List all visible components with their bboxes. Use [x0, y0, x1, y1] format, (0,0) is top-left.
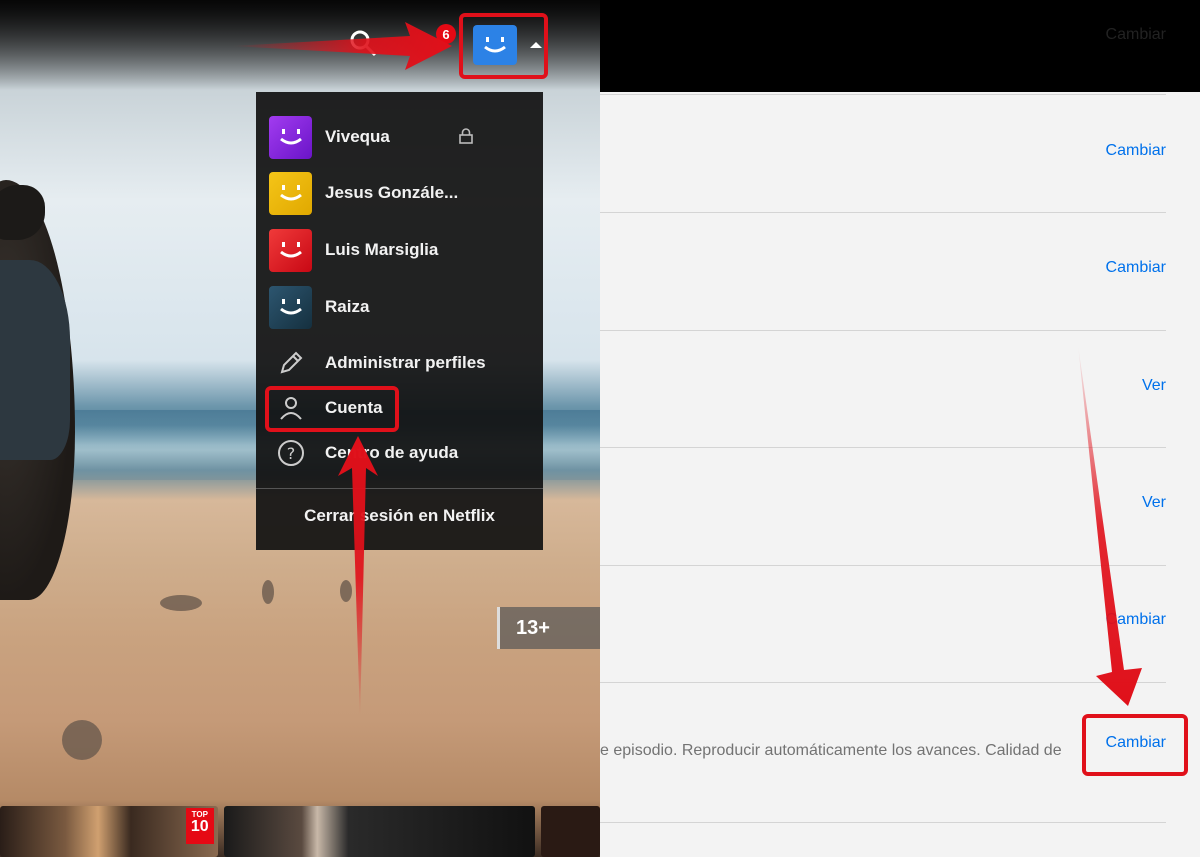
- search-icon[interactable]: [348, 28, 378, 58]
- profile-dropdown-menu: Vivequa Jesus Gonzále... Luis Marsiglia …: [256, 92, 543, 550]
- topbar-change-link[interactable]: Cambiar: [1106, 26, 1166, 44]
- view-link[interactable]: Ver: [1142, 377, 1166, 395]
- top10-line2: 10: [190, 818, 209, 835]
- row-divider: [600, 682, 1166, 683]
- profile-avatar: [269, 228, 312, 272]
- title-thumbnail[interactable]: TOP 10: [0, 806, 218, 857]
- help-icon: ?: [276, 438, 306, 468]
- row-divider: [600, 94, 1166, 95]
- account-topbar: Cambiar: [600, 0, 1200, 92]
- top10-badge: TOP 10: [185, 808, 214, 844]
- notification-badge[interactable]: 6: [436, 24, 456, 44]
- playback-settings-description: e episodio. Reproducir automáticamente l…: [600, 742, 1062, 759]
- row-divider: [600, 447, 1166, 448]
- change-highlight-box: [1082, 714, 1188, 776]
- profile-item-raiza[interactable]: Raiza: [269, 285, 529, 329]
- row-divider: [600, 330, 1166, 331]
- change-link[interactable]: Cambiar: [1106, 611, 1166, 629]
- background-bird: [340, 580, 352, 602]
- title-thumbnail[interactable]: [223, 806, 535, 857]
- profile-avatar: [269, 285, 312, 329]
- change-link[interactable]: Cambiar: [1106, 142, 1166, 160]
- profile-avatar: [269, 171, 312, 215]
- manage-profiles-item[interactable]: Administrar perfiles: [276, 345, 526, 381]
- row-divider: [600, 212, 1166, 213]
- background-bird: [160, 595, 202, 611]
- help-center-label: Centro de ayuda: [325, 443, 459, 462]
- maturity-rating-badge: 13+: [497, 607, 600, 649]
- view-link[interactable]: Ver: [1142, 494, 1166, 512]
- profile-name: Vivequa: [325, 127, 390, 146]
- profile-avatar: [269, 115, 312, 159]
- profile-name: Jesus Gonzále...: [325, 183, 459, 202]
- row-divider: [600, 822, 1166, 823]
- background-person-shirt: [0, 260, 70, 460]
- title-thumbnail-row: TOP 10: [0, 806, 600, 857]
- title-thumbnail[interactable]: [540, 806, 600, 857]
- menu-divider: [256, 488, 543, 489]
- background-bird: [62, 720, 102, 760]
- svg-text:?: ?: [287, 444, 296, 463]
- lock-icon: [457, 127, 475, 150]
- sign-out-button[interactable]: Cerrar sesión en Netflix: [256, 506, 543, 526]
- profile-name: Luis Marsiglia: [325, 240, 439, 259]
- profile-item-luis[interactable]: Luis Marsiglia: [269, 228, 529, 272]
- manage-profiles-label: Administrar perfiles: [325, 353, 486, 372]
- account-highlight-box: [265, 386, 399, 432]
- profile-name: Raiza: [325, 297, 370, 316]
- pencil-icon: [276, 348, 306, 378]
- avatar-highlight-box: [459, 13, 548, 79]
- profile-item-jesus[interactable]: Jesus Gonzále...: [269, 171, 529, 215]
- profile-item-vivequa[interactable]: Vivequa: [269, 115, 529, 159]
- help-center-item[interactable]: ? Centro de ayuda: [276, 435, 526, 471]
- background-bird: [262, 580, 274, 604]
- row-divider: [600, 565, 1166, 566]
- change-link[interactable]: Cambiar: [1106, 259, 1166, 277]
